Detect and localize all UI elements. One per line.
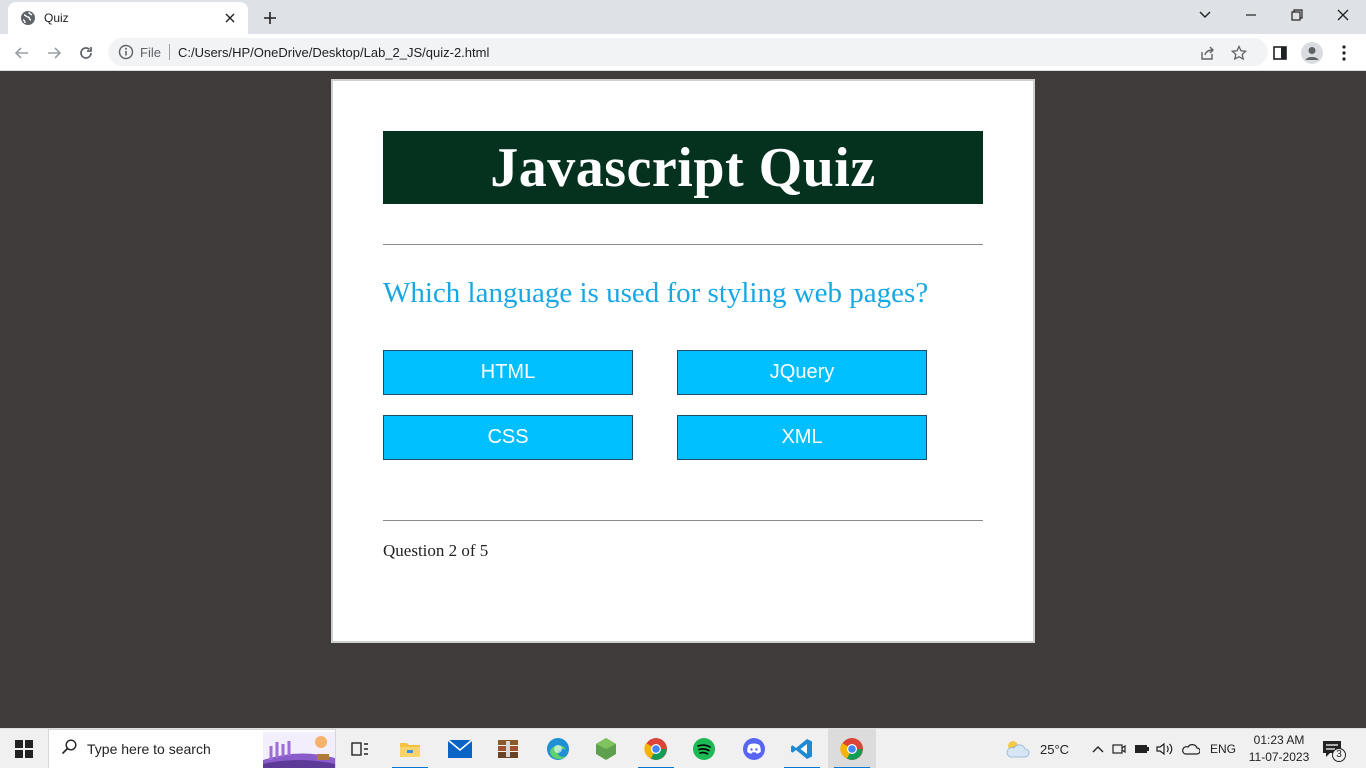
weather-widget[interactable]: 25°C [1004,729,1069,768]
edge-browser-icon[interactable] [534,729,582,768]
clock-date: 11-07-2023 [1248,750,1310,764]
address-bar[interactable]: File C:/Users/HP/OneDrive/Desktop/Lab_2_… [108,38,1268,66]
tray-icons: ENG [1092,729,1236,768]
new-tab-button[interactable] [258,6,282,30]
choice-button-1[interactable]: HTML [383,350,633,395]
quiz-card: Javascript Quiz Which language is used f… [331,79,1035,643]
browser-tab[interactable]: Quiz [8,2,248,34]
task-view-button[interactable] [336,729,384,768]
reload-button[interactable] [72,39,100,67]
lavender-field-icon [263,732,335,768]
weather-temperature: 25°C [1040,741,1070,757]
windows-taskbar: Type here to search 25°C ENG 01:23 AM 11… [0,728,1366,768]
notification-count-badge: 3 [1332,748,1346,762]
mail-icon[interactable] [436,729,484,768]
archive-app-icon[interactable] [484,729,532,768]
info-icon[interactable] [118,44,134,60]
notification-center-button[interactable]: 3 [1322,729,1346,768]
restore-button[interactable] [1274,0,1320,30]
close-window-button[interactable] [1320,0,1366,30]
address-separator [168,44,170,60]
weather-cloud-sun-icon [1004,739,1030,759]
kebab-menu-icon[interactable] [1330,39,1358,67]
tab-search-chevron-icon[interactable] [1182,0,1228,30]
share-icon[interactable] [1198,44,1216,62]
close-tab-icon[interactable] [222,10,238,26]
spotify-icon[interactable] [680,729,728,768]
globe-icon [20,10,36,26]
meet-now-icon[interactable] [1112,742,1126,756]
nodejs-icon[interactable] [582,729,630,768]
quiz-title: Javascript Quiz [490,136,876,199]
windows-logo-icon [15,740,33,758]
chrome-icon[interactable] [632,729,680,768]
back-button[interactable] [8,39,36,67]
choice-button-3[interactable]: CSS [383,415,633,460]
quiz-header: Javascript Quiz [383,131,983,204]
language-indicator[interactable]: ENG [1210,742,1236,756]
chrome-icon-active[interactable] [828,729,876,768]
notification-icon: 3 [1322,740,1346,762]
address-scheme-label: File [140,44,161,60]
side-panel-icon[interactable] [1266,39,1294,67]
tab-title: Quiz [44,11,69,25]
chevron-up-icon[interactable] [1092,745,1104,753]
discord-icon[interactable] [730,729,778,768]
bottom-divider [383,520,983,521]
question-text: Which language is used for styling web p… [383,277,929,309]
browser-tab-strip: Quiz [0,0,1366,34]
bookmark-star-icon[interactable] [1230,44,1248,62]
volume-icon[interactable] [1156,742,1174,756]
minimize-button[interactable] [1228,0,1274,30]
search-icon [61,738,77,760]
forward-button[interactable] [40,39,68,67]
choice-button-2[interactable]: JQuery [677,350,927,395]
start-button[interactable] [0,729,48,768]
choice-button-4[interactable]: XML [677,415,927,460]
browser-toolbar: File C:/Users/HP/OneDrive/Desktop/Lab_2_… [0,34,1366,71]
system-clock[interactable]: 01:23 AM 11-07-2023 [1244,732,1314,766]
taskbar-search-box[interactable]: Type here to search [48,729,336,768]
clock-time: 01:23 AM [1253,733,1305,747]
file-explorer-icon[interactable] [386,729,434,768]
profile-avatar-icon[interactable] [1298,39,1326,67]
question-progress: Question 2 of 5 [383,541,489,560]
address-url[interactable]: C:/Users/HP/OneDrive/Desktop/Lab_2_JS/qu… [178,45,489,60]
onedrive-cloud-icon[interactable] [1182,743,1200,755]
search-placeholder: Type here to search [87,741,211,757]
top-divider [383,244,983,245]
battery-icon[interactable] [1134,744,1150,754]
vscode-icon[interactable] [778,729,826,768]
